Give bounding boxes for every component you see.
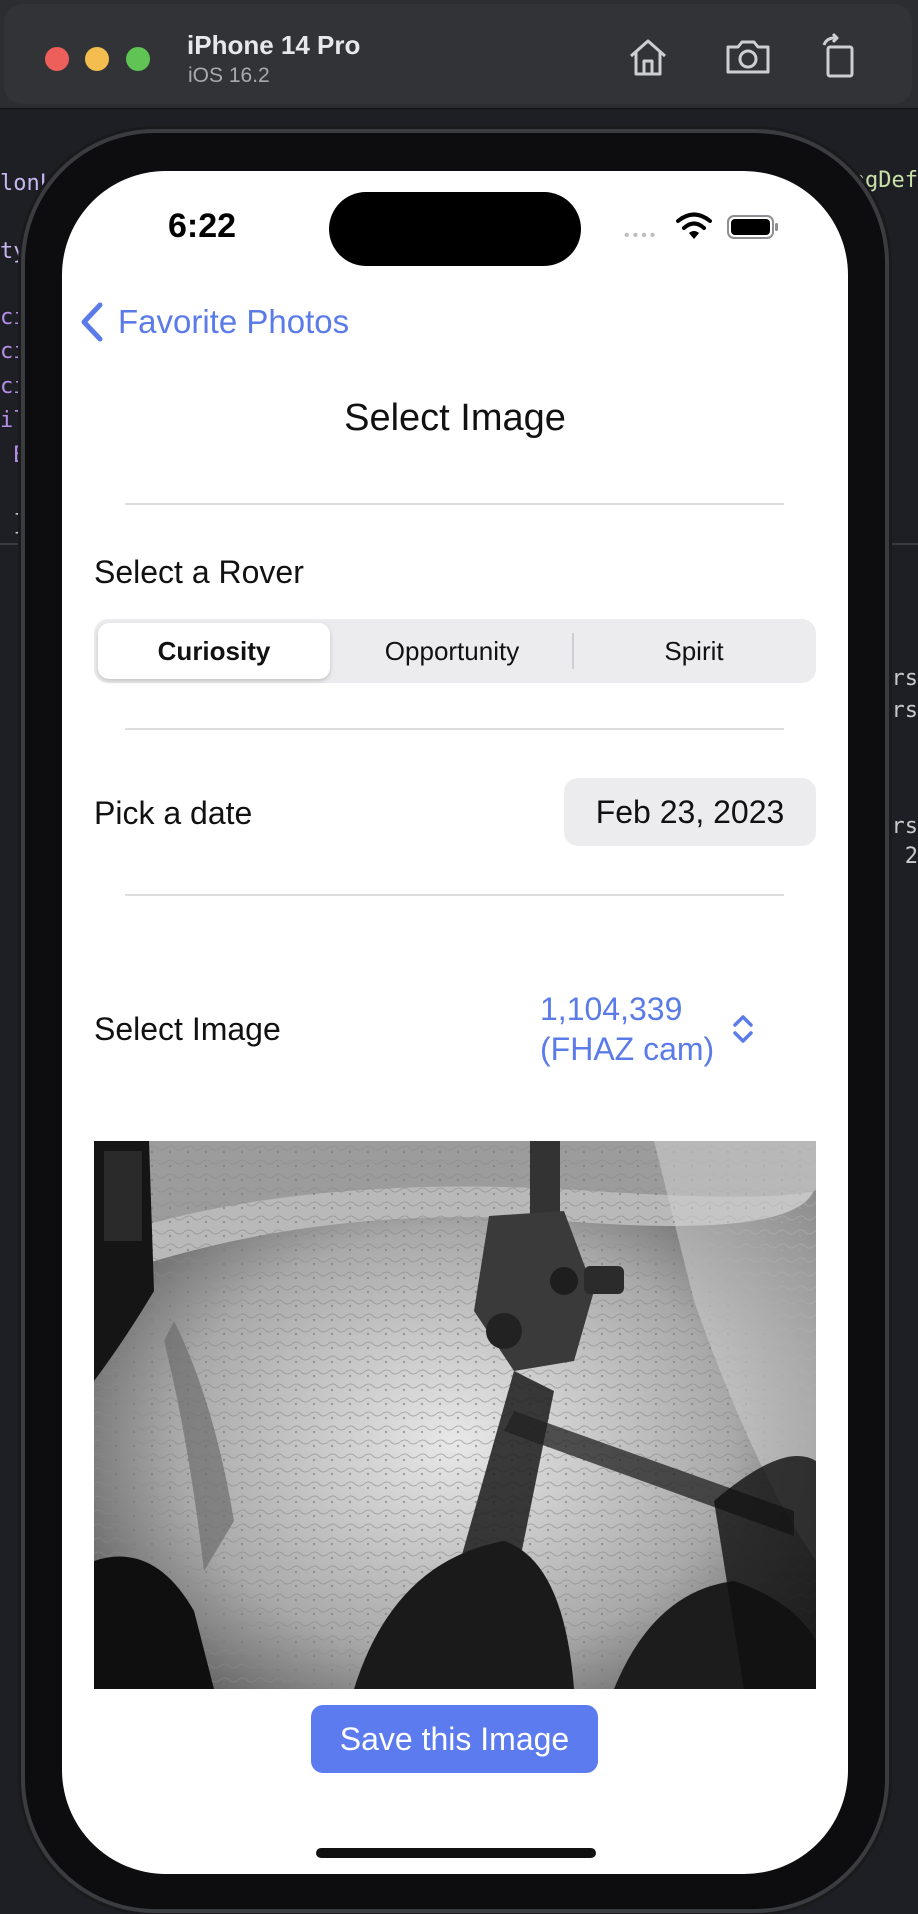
cellular-signal-icon: ••••	[624, 227, 659, 244]
section-divider	[125, 894, 784, 896]
home-indicator	[316, 1848, 596, 1858]
segment-curiosity[interactable]: Curiosity	[98, 623, 330, 679]
image-picker-value: 1,104,339 (FHAZ cam)	[540, 989, 714, 1069]
close-window-button[interactable]	[45, 47, 69, 71]
device-name: iPhone 14 Pro	[187, 30, 361, 60]
rover-segmented-control: Curiosity Opportunity Spirit	[94, 619, 816, 683]
segment-opportunity[interactable]: Opportunity	[334, 623, 570, 679]
status-time: 6:22	[168, 207, 237, 245]
save-image-button[interactable]: Save this Image	[311, 1705, 598, 1773]
simulator-titlebar: iPhone 14 Pro iOS 16.2	[0, 0, 918, 109]
date-label: Pick a date	[94, 795, 253, 831]
phone-screen: 6:22 •••• Favorite Photos Select Image S…	[62, 171, 848, 1874]
image-picker[interactable]: 1,104,339 (FHAZ cam)	[540, 989, 756, 1069]
os-version: iOS 16.2	[188, 64, 270, 87]
screenshot-icon[interactable]	[723, 32, 773, 82]
chevron-up-down-icon	[733, 1015, 753, 1043]
mars-rover-photo	[94, 1141, 816, 1689]
segment-separator	[572, 633, 574, 669]
zoom-window-button[interactable]	[126, 47, 150, 71]
page-title: Select Image	[344, 397, 566, 439]
date-picker-button[interactable]: Feb 23, 2023	[564, 778, 816, 846]
back-button[interactable]: Favorite Photos	[78, 301, 349, 343]
image-picker-value-line2: (FHAZ cam)	[540, 1031, 715, 1067]
section-divider	[125, 728, 784, 730]
chevron-left-icon	[81, 302, 103, 342]
rotate-icon[interactable]	[815, 32, 865, 82]
segment-spirit[interactable]: Spirit	[576, 623, 812, 679]
code-fragment: 2	[904, 844, 918, 869]
minimize-window-button[interactable]	[85, 47, 109, 71]
image-select-label: Select Image	[94, 1011, 281, 1047]
back-button-label: Favorite Photos	[118, 303, 350, 340]
section-divider	[125, 503, 784, 505]
rover-section-label: Select a Rover	[94, 554, 304, 590]
battery-icon	[727, 215, 779, 239]
code-fragment: }	[0, 511, 27, 536]
simulator-titlebar-inner: iPhone 14 Pro iOS 16.2	[4, 4, 912, 104]
home-icon[interactable]	[623, 32, 673, 82]
image-picker-value-line1: 1,104,339	[540, 991, 683, 1027]
wifi-icon	[675, 211, 713, 241]
dynamic-island	[329, 192, 581, 266]
